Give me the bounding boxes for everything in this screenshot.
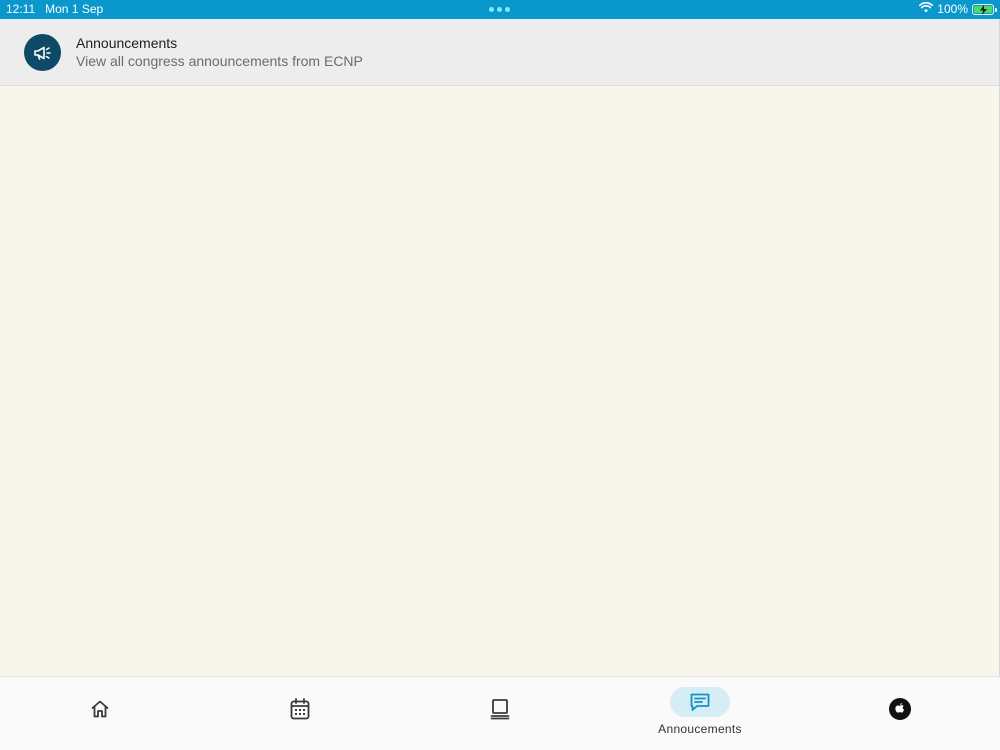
tab-announcements-label: Annoucements: [658, 722, 742, 736]
tab-bar: Annoucements: [0, 676, 1000, 750]
active-tab-indicator: [670, 687, 730, 717]
status-right: 100%: [919, 2, 997, 16]
header-title: Announcements: [76, 35, 178, 51]
status-time: 12:11: [6, 2, 36, 16]
status-date: Mon 1 Sep: [45, 2, 104, 16]
tab-apple[interactable]: [800, 677, 1000, 750]
tab-home[interactable]: [0, 677, 200, 750]
chat-icon: [689, 692, 711, 712]
announcements-header[interactable]: Announcements View all congress announce…: [0, 19, 1000, 86]
tab-announcements[interactable]: Annoucements: [600, 677, 800, 750]
apple-icon: [888, 697, 912, 721]
laptop-icon: [488, 697, 512, 721]
wifi-icon: [919, 2, 934, 16]
home-icon: [88, 697, 112, 721]
tab-calendar[interactable]: [200, 677, 400, 750]
tab-sessions[interactable]: [400, 677, 600, 750]
app-screen: 12:11 Mon 1 Sep 100% Announcements View …: [0, 0, 1000, 750]
multitasking-dots[interactable]: [489, 7, 510, 12]
megaphone-icon: [24, 34, 61, 71]
calendar-icon: [288, 697, 312, 721]
header-subtitle: View all congress announcements from ECN…: [76, 53, 363, 69]
battery-percent: 100%: [937, 2, 968, 16]
status-left: 12:11 Mon 1 Sep: [6, 2, 103, 16]
status-bar: 12:11 Mon 1 Sep 100%: [0, 0, 1000, 19]
announcements-content: [0, 86, 1000, 676]
battery-charging-icon: [972, 3, 997, 15]
